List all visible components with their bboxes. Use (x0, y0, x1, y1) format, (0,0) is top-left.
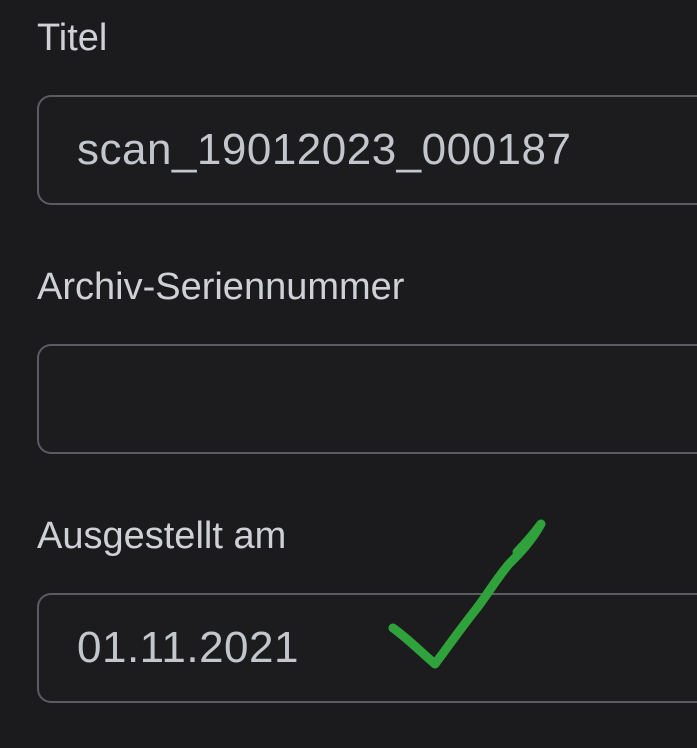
title-label: Titel (37, 17, 108, 59)
title-field-container (0, 95, 697, 207)
archive-serial-label: Archiv-Seriennummer (37, 266, 405, 308)
issued-on-field-container (0, 593, 697, 705)
title-input[interactable] (37, 95, 697, 205)
archive-serial-input[interactable] (37, 344, 697, 454)
issued-on-label: Ausgestellt am (37, 515, 287, 557)
archive-serial-field-container (0, 344, 697, 456)
issued-on-input[interactable] (37, 593, 697, 703)
document-details-form: Titel Archiv-Seriennummer Ausgestellt am (0, 0, 697, 748)
